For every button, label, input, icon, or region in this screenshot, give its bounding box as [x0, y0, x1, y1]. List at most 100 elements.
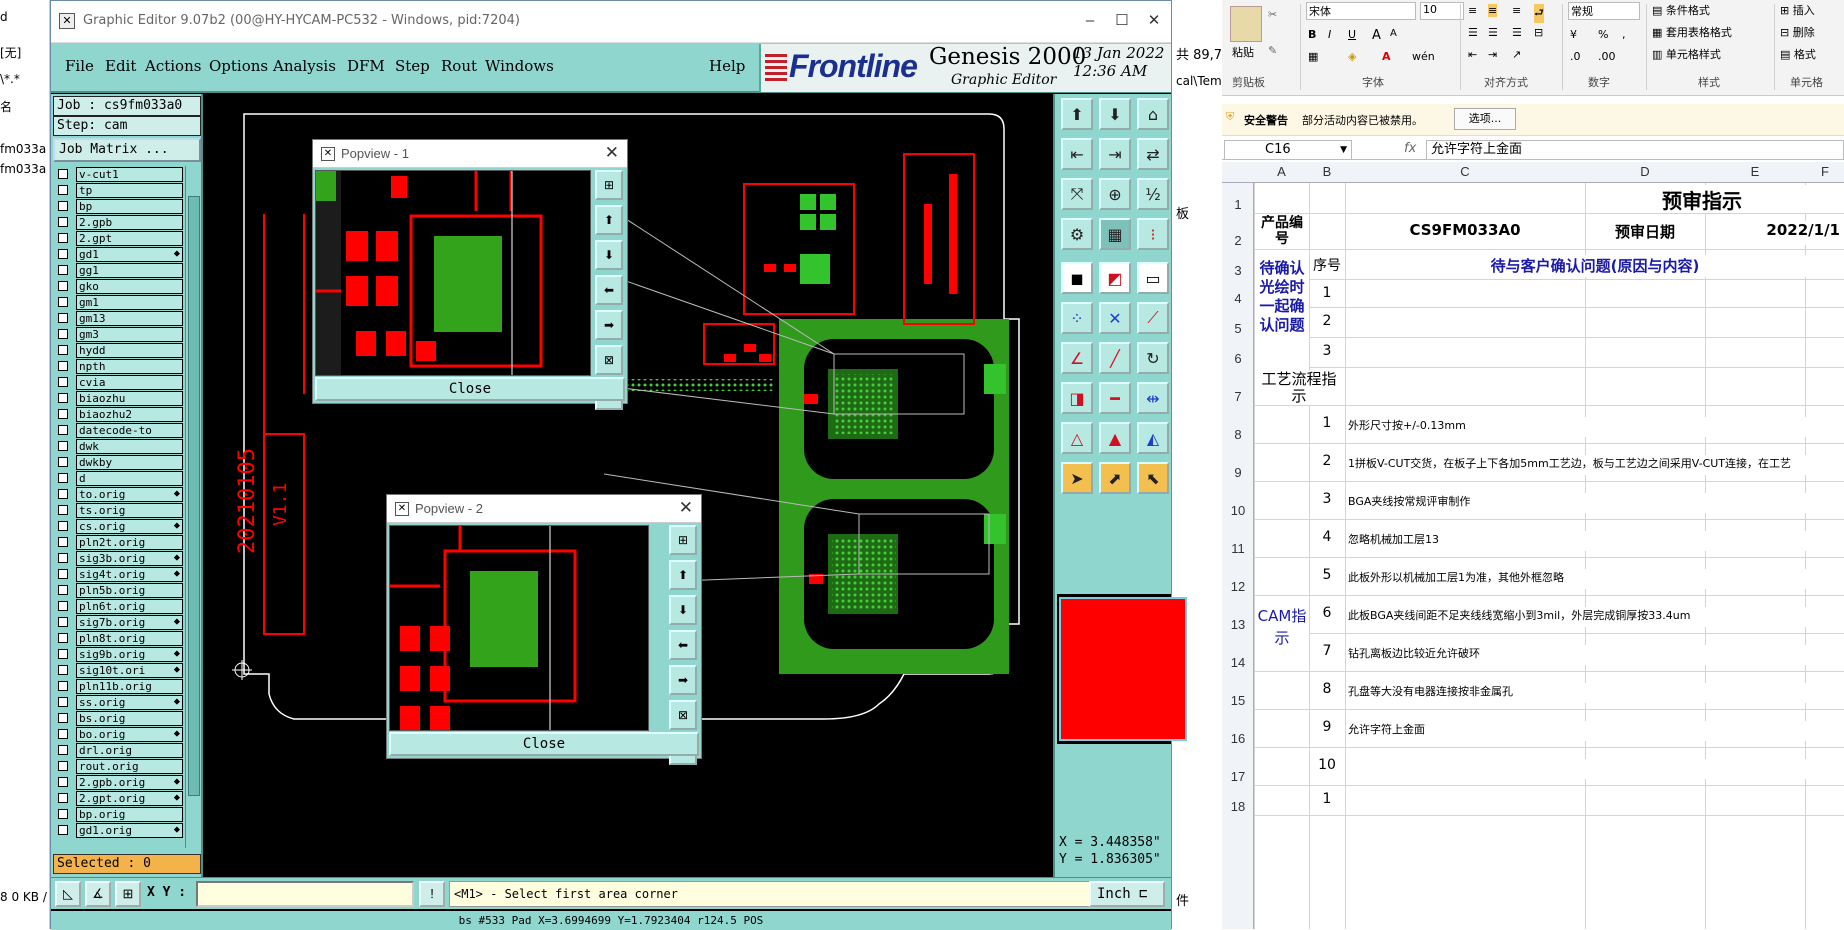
col-header[interactable]: E	[1705, 164, 1805, 179]
snap-icon[interactable]: ◺	[55, 881, 81, 907]
row-header[interactable]: 11	[1222, 541, 1254, 556]
table-format-button[interactable]: ▦ 套用表格格式	[1652, 24, 1732, 40]
layer-name[interactable]: biaozhu2	[76, 406, 183, 422]
popview-2-close-icon[interactable]: ✕	[679, 498, 693, 518]
highlight-icon[interactable]: ◩	[1099, 262, 1131, 294]
sheet-cell[interactable]: 钻孔离板边比较近允许破环	[1348, 645, 1842, 665]
layer-name[interactable]: d	[76, 470, 183, 486]
layer-checkbox[interactable]	[58, 665, 68, 675]
layer-name[interactable]: gd1 ⬥	[76, 246, 183, 262]
layer-checkbox[interactable]	[58, 553, 68, 563]
sheet-cell[interactable]: 5	[1310, 567, 1344, 589]
pan-right-icon[interactable]: ➡	[595, 310, 623, 340]
layer-name[interactable]: sig9b.orig ⬥	[76, 646, 183, 662]
zoom-fit-icon[interactable]: ⊞	[595, 170, 623, 200]
layer-checkbox[interactable]	[58, 697, 68, 707]
cond-format-button[interactable]: ▤ 条件格式	[1652, 2, 1710, 18]
line-icon[interactable]: ╱	[1099, 342, 1131, 374]
layer-row[interactable]: pln6t.orig	[53, 598, 183, 614]
menu-edit[interactable]: Edit	[105, 57, 136, 75]
layer-row[interactable]: bp	[53, 198, 183, 214]
layer-checkbox[interactable]	[58, 729, 68, 739]
align-middle-icon[interactable]: ≡	[1488, 4, 1498, 17]
row-header[interactable]: 1	[1222, 197, 1254, 212]
row-header[interactable]: 5	[1222, 321, 1254, 336]
connect-icon[interactable]: ⁘	[1061, 302, 1093, 334]
layer-row[interactable]: gko	[53, 278, 183, 294]
layer-name[interactable]: pln8t.orig	[76, 630, 183, 646]
pan-left-icon[interactable]: ⬅	[669, 630, 697, 660]
sheet-cell[interactable]: 孔盘等大没有电器连接按非金属孔	[1348, 683, 1842, 703]
row-header[interactable]: 2	[1222, 233, 1254, 248]
layer-checkbox[interactable]	[58, 233, 68, 243]
layer-row[interactable]: cvia	[53, 374, 183, 390]
italic-button[interactable]: I	[1328, 28, 1331, 41]
shrink-font-icon[interactable]: A	[1390, 28, 1397, 39]
popview-1-view[interactable]	[315, 170, 591, 376]
layer-row[interactable]: sig3b.orig ⬥	[53, 550, 183, 566]
layer-name[interactable]: pln6t.orig	[76, 598, 183, 614]
layer-name[interactable]: gm1	[76, 294, 183, 310]
layer-checkbox[interactable]	[58, 201, 68, 211]
sheet-cell[interactable]: 1	[1310, 791, 1344, 813]
layer-row[interactable]: cs.orig ⬥	[53, 518, 183, 534]
triangle-2-icon[interactable]: ▲	[1099, 422, 1131, 454]
layer-row[interactable]: ss.orig ⬥	[53, 694, 183, 710]
indent-decrease-icon[interactable]: ⇤	[1468, 48, 1477, 61]
layer-row[interactable]: to.orig ⬥	[53, 486, 183, 502]
layer-name[interactable]: gm3	[76, 326, 183, 342]
layer-name[interactable]: rout.orig	[76, 758, 183, 774]
layer-checkbox[interactable]	[58, 569, 68, 579]
layer-name[interactable]: dwk	[76, 438, 183, 454]
layer-name[interactable]: bs.orig	[76, 710, 183, 726]
layer-name[interactable]: gd1.orig ⬥	[76, 822, 183, 838]
layer-checkbox[interactable]	[58, 585, 68, 595]
layer-name[interactable]: pln11b.orig	[76, 678, 183, 694]
layer-checkbox[interactable]	[58, 825, 68, 835]
layer-checkbox[interactable]	[58, 281, 68, 291]
triangle-icon[interactable]: △	[1061, 422, 1093, 454]
decrease-decimal-icon[interactable]: .00	[1598, 50, 1616, 63]
sheet-cell[interactable]: 2	[1310, 313, 1344, 335]
col-header[interactable]: D	[1585, 164, 1705, 179]
layer-row[interactable]: pln8t.orig	[53, 630, 183, 646]
sheet-cell[interactable]: 预审日期	[1586, 221, 1704, 245]
layer-row[interactable]: gg1	[53, 262, 183, 278]
layer-name[interactable]: dwkby	[76, 454, 183, 470]
layer-row[interactable]: v-cut1	[53, 166, 183, 182]
step-up-icon[interactable]: ⬆	[1061, 98, 1093, 130]
pan-up-icon[interactable]: ⬆	[669, 560, 697, 590]
zoom-fit-icon[interactable]: ⊞	[669, 525, 697, 555]
align-top-icon[interactable]: ≡	[1468, 4, 1477, 17]
percent-icon[interactable]: %	[1598, 28, 1608, 41]
popview-1-close-button[interactable]: Close	[315, 377, 625, 401]
sheet-cell[interactable]: 9	[1310, 719, 1344, 741]
layer-row[interactable]: bp.orig	[53, 806, 183, 822]
h-line-icon[interactable]: ━	[1099, 382, 1131, 414]
grow-font-icon[interactable]: A	[1372, 28, 1381, 43]
menu-rout[interactable]: Rout	[441, 57, 477, 75]
xy-input[interactable]	[196, 881, 414, 907]
unit-selector[interactable]: Inch ⊏	[1089, 881, 1165, 907]
increase-decimal-icon[interactable]: .0	[1570, 50, 1581, 63]
layer-checkbox[interactable]	[58, 377, 68, 387]
layer-name[interactable]: to.orig ⬥	[76, 486, 183, 502]
menu-dfm[interactable]: DFM	[347, 57, 385, 75]
layer-checkbox[interactable]	[58, 313, 68, 323]
col-header[interactable]: C	[1345, 164, 1585, 179]
feature-icon[interactable]: ◼	[1061, 262, 1093, 294]
layer-checkbox[interactable]	[58, 473, 68, 483]
layer-row[interactable]: 2.gpt	[53, 230, 183, 246]
indent-increase-icon[interactable]: ⇥	[1488, 48, 1497, 61]
row-header[interactable]: 12	[1222, 579, 1254, 594]
format-button[interactable]: ▤ 格式	[1780, 46, 1816, 62]
align-bottom-icon[interactable]: ≡	[1512, 4, 1521, 17]
layer-checkbox[interactable]	[58, 809, 68, 819]
layer-checkbox[interactable]	[58, 345, 68, 355]
sheet-cell[interactable]: 1拼板V-CUT交货，在板子上下各加5mm工艺边，板与工艺边之间采用V-CUT连…	[1348, 455, 1842, 475]
pad-icon[interactable]: ◨	[1061, 382, 1093, 414]
layer-row[interactable]: biaozhu2	[53, 406, 183, 422]
layer-name[interactable]: datecode-to	[76, 422, 183, 438]
formula-input[interactable]: 允许字符上金面	[1426, 140, 1844, 160]
cell-style-button[interactable]: ▥ 单元格样式	[1652, 46, 1721, 62]
